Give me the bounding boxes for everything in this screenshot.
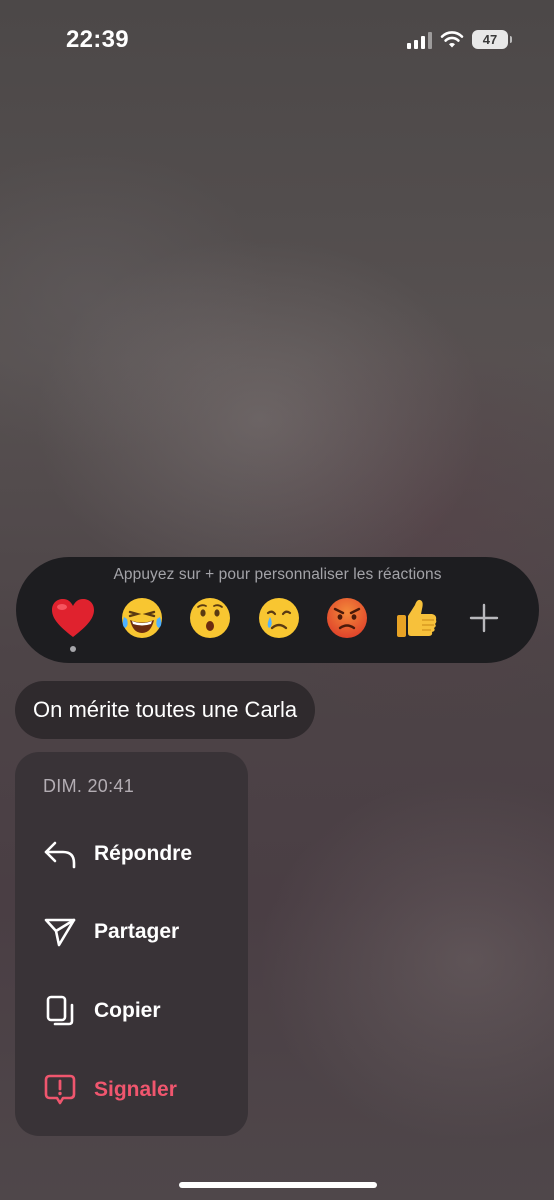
reaction-hint: Appuyez sur + pour personnaliser les réa… — [113, 566, 442, 583]
angry-emoji-icon — [327, 598, 367, 638]
crying-reaction[interactable] — [254, 593, 304, 643]
home-indicator[interactable] — [179, 1182, 377, 1188]
angry-reaction[interactable] — [322, 593, 372, 643]
copy-menu-item[interactable]: Copier — [15, 981, 248, 1041]
share-menu-item[interactable]: Partager — [15, 902, 248, 962]
reaction-row — [48, 593, 509, 652]
crying-emoji-icon — [258, 598, 299, 638]
copy-icon — [41, 992, 79, 1030]
status-time: 22:39 — [66, 26, 129, 53]
reply-icon — [41, 835, 79, 873]
status-icons: 47 — [407, 30, 512, 49]
message-bubble[interactable]: On mérite toutes une Carla — [15, 681, 316, 739]
add-reaction-button[interactable] — [459, 593, 509, 643]
message-timestamp: DIM. 20:41 — [43, 776, 135, 796]
thumbs-up-reaction[interactable] — [391, 593, 441, 643]
wifi-icon — [440, 30, 464, 47]
copy-label: Copier — [94, 999, 161, 1022]
joy-reaction[interactable] — [117, 593, 167, 643]
context-menu: DIM. 20:41 Répondre Partager Copier Sign… — [15, 752, 248, 1136]
status-bar: 22:39 47 — [0, 0, 554, 84]
astonished-emoji-icon — [190, 598, 230, 638]
heart-reaction[interactable] — [48, 593, 98, 652]
heart-icon — [52, 599, 94, 637]
joy-emoji-icon — [121, 598, 162, 638]
share-icon — [41, 913, 79, 951]
thumbs-up-icon — [396, 599, 436, 637]
selected-indicator — [70, 646, 76, 652]
reaction-bar: Appuyez sur + pour personnaliser les réa… — [16, 557, 539, 663]
share-label: Partager — [94, 920, 180, 943]
reply-label: Répondre — [94, 842, 193, 865]
report-icon — [41, 1071, 79, 1109]
report-menu-item[interactable]: Signaler — [15, 1060, 248, 1120]
astonished-reaction[interactable] — [185, 593, 235, 643]
report-label: Signaler — [94, 1078, 177, 1101]
reply-menu-item[interactable]: Répondre — [15, 824, 248, 884]
signal-bars-icon — [407, 31, 432, 49]
plus-icon — [469, 603, 499, 633]
battery-icon: 47 — [472, 30, 512, 49]
